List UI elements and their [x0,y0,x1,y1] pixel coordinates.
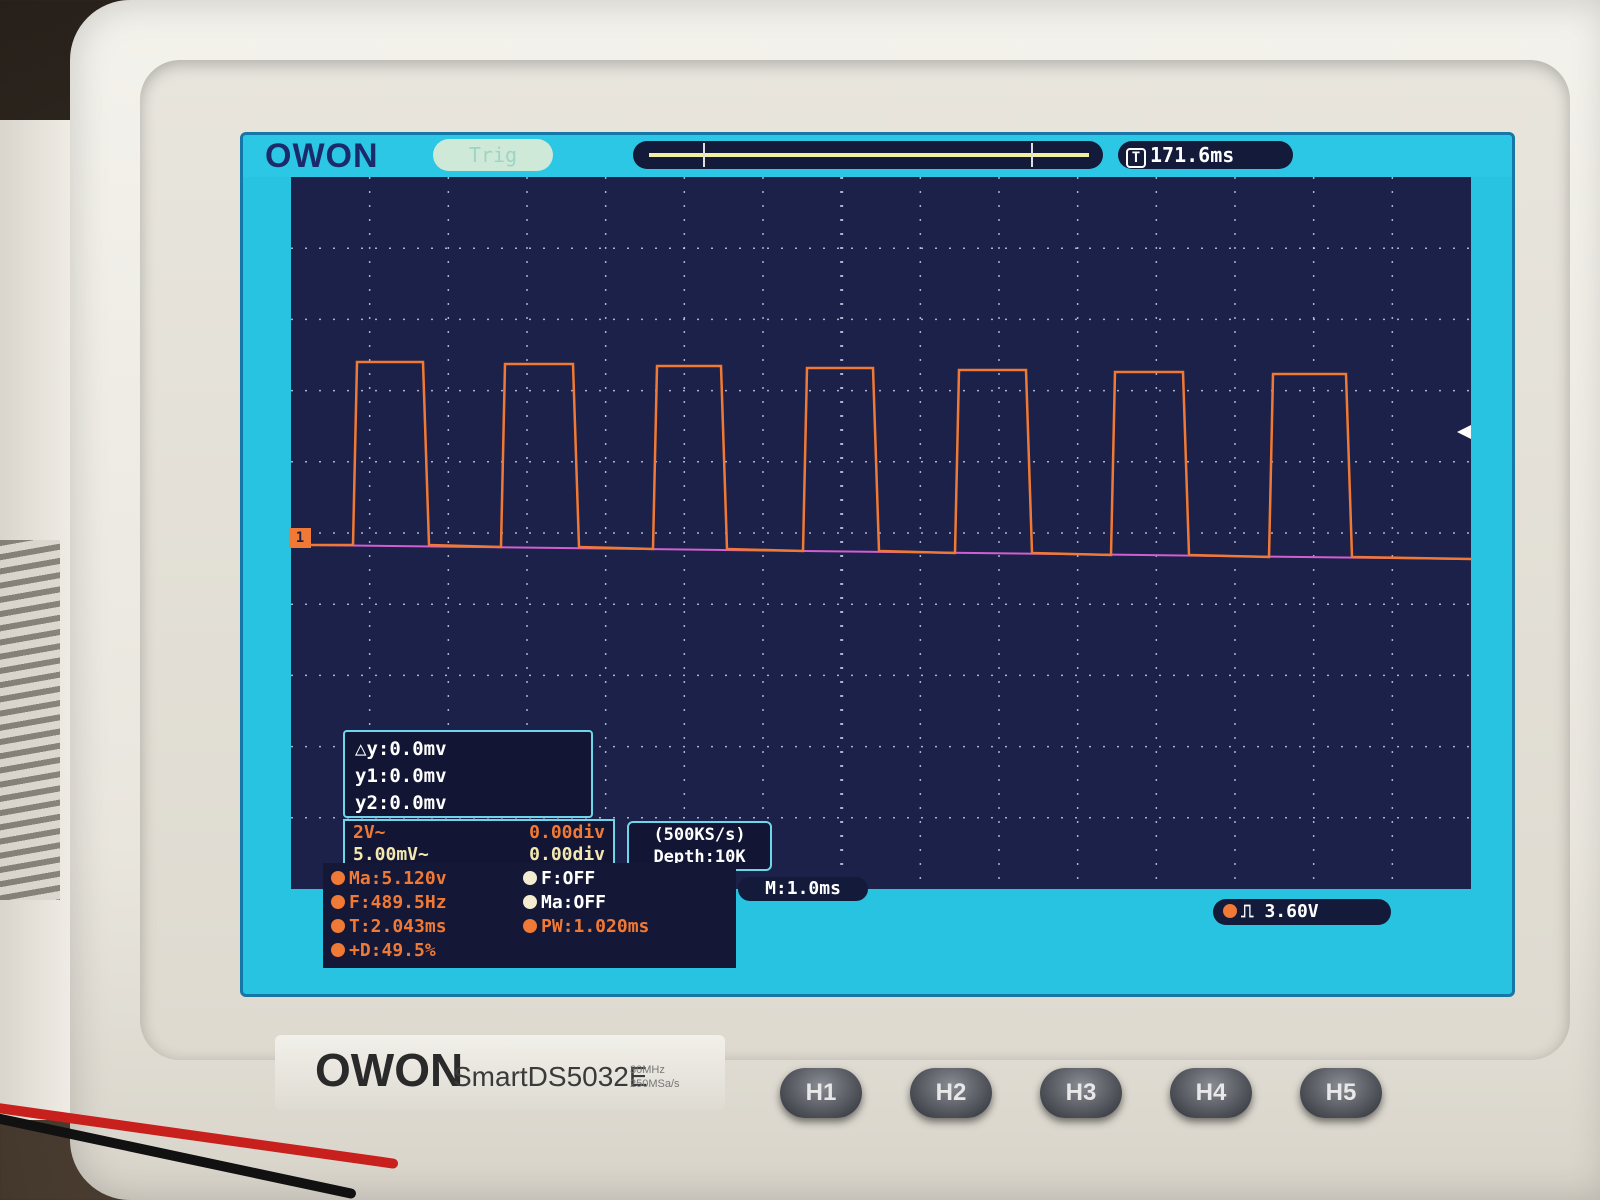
status-bar: OWON Trig T 171.6ms [243,135,1512,177]
channel1-dot-icon [523,919,537,933]
trigger-time-icon: T [1126,148,1146,168]
measurement-item: F:489.5Hz [331,891,447,915]
trigger-level-readout: ⎍ 3.60V [1213,899,1391,925]
cursor-y1: y1:0.0mv [355,765,447,787]
trigger-status-badge: Trig [433,139,553,171]
channel2-dot-icon [523,871,537,885]
hotkey-h2-button[interactable]: H2 [910,1068,992,1118]
hotkey-h4-button[interactable]: H4 [1170,1068,1252,1118]
hotkey-h3-button[interactable]: H3 [1040,1068,1122,1118]
channel2-dot-icon [523,895,537,909]
cursor-y2: y2:0.0mv [355,792,447,814]
hotkey-h5-button[interactable]: H5 [1300,1068,1382,1118]
measurement-column-left: Ma:5.120v F:489.5Hz T:2.043ms +D:49.5% [331,867,447,963]
brand-logo: OWON [265,137,379,175]
channel1-trace [311,360,1471,561]
timebase-readout: M:1.0ms [738,877,868,901]
measurement-item: PW:1.020ms [523,915,649,939]
rising-edge-icon: ⎍ [1241,901,1254,922]
cursor-readout-box: △y:0.0mv y1:0.0mv y2:0.0mv [343,730,593,818]
trigger-level-arrow-icon [1457,425,1471,439]
channel1-dot-icon [1223,904,1237,918]
channel1-dot-icon [331,871,345,885]
channel1-dot-icon [331,919,345,933]
measurement-item: F:OFF [523,867,649,891]
model-spec: 30MHz 250MSa/s [630,1064,680,1090]
timeline-window [703,143,1033,167]
trigger-time-value: 171.6ms [1150,143,1235,167]
channel-settings-box: 2V~ 0.00div 5.00mV~ 0.00div [343,819,615,867]
channel1-scale: 2V~ [353,822,386,843]
channel1-row: 2V~ 0.00div [353,822,605,844]
measurement-item: +D:49.5% [331,939,447,963]
memory-timeline [633,141,1103,169]
channel1-position: 0.00div [529,822,605,843]
model-nameplate: OWON SmartDS5032E 30MHz 250MSa/s [275,1035,725,1110]
trigger-time-readout: T 171.6ms [1118,141,1293,169]
model-brand-logo: OWON [315,1044,464,1096]
channel1-dot-icon [331,895,345,909]
channel1-dot-icon [331,943,345,957]
sample-rate: (500KS/s) [653,825,746,845]
measurement-item: Ma:OFF [523,891,649,915]
measurement-panel: Ma:5.120v F:489.5Hz T:2.043ms +D:49.5% F… [323,863,736,968]
trigger-level-value: 3.60V [1264,901,1319,922]
measurement-item: Ma:5.120v [331,867,447,891]
vent-slots [0,540,60,900]
hotkey-h1-button[interactable]: H1 [780,1068,862,1118]
oscilloscope-screen: OWON Trig T 171.6ms 1 △y:0.0mv y1:0.0mv y… [240,132,1515,997]
model-name: SmartDS5032E [453,1061,648,1092]
measurement-column-right: F:OFF Ma:OFF PW:1.020ms [523,867,649,939]
channel1-marker: 1 [289,528,311,548]
cursor-delta-y: △y:0.0mv [355,738,447,760]
measurement-item: T:2.043ms [331,915,447,939]
